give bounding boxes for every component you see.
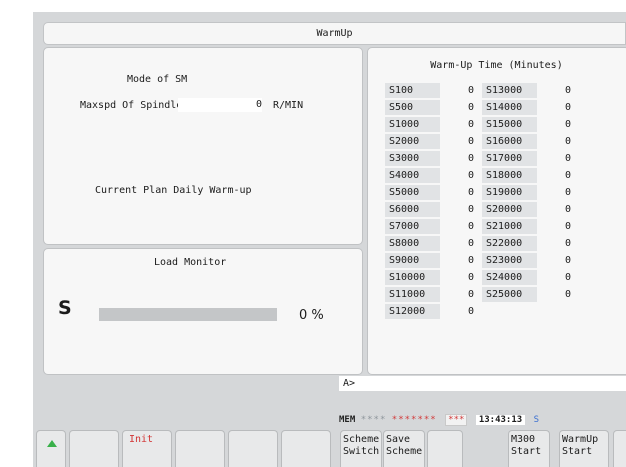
warmup-time-value[interactable]: 0 bbox=[440, 151, 480, 166]
warmup-speed-label: S1000 bbox=[385, 117, 440, 132]
warmup-time-value[interactable]: 0 bbox=[440, 287, 480, 302]
m300-start-label-1: M300 bbox=[511, 434, 536, 445]
softkey-return[interactable] bbox=[36, 430, 66, 467]
warmup-time-value[interactable]: 0 bbox=[537, 219, 577, 234]
warmup-time-value[interactable]: 0 bbox=[537, 168, 577, 183]
softkey-blank-1[interactable] bbox=[69, 430, 119, 467]
warmup-time-value[interactable]: 0 bbox=[440, 253, 480, 268]
softkey-blank-5[interactable] bbox=[427, 430, 463, 467]
warmup-start-label-1: WarmUp bbox=[562, 434, 599, 445]
warmup-start-label-2: Start bbox=[562, 446, 593, 457]
softkey-blank-2[interactable] bbox=[175, 430, 225, 467]
warmup-time-value[interactable]: 0 bbox=[440, 270, 480, 285]
warmup-screen: WarmUp Mode of SM Maxspd Of Spindle 0 R/… bbox=[33, 12, 626, 467]
warmup-speed-label: S22000 bbox=[482, 236, 537, 251]
warmup-time-value[interactable]: 0 bbox=[537, 202, 577, 217]
warmup-time-value[interactable]: 0 bbox=[537, 287, 577, 302]
status-bar: MEM **** ******* *** 13:43:13 S bbox=[339, 413, 626, 427]
warmup-speed-label: S100 bbox=[385, 83, 440, 98]
scheme-switch-label-2: Switch bbox=[343, 446, 380, 457]
load-monitor-title: Load Monitor bbox=[154, 257, 227, 268]
warmup-speed-label: S4000 bbox=[385, 168, 440, 183]
init-button[interactable]: Init bbox=[122, 430, 172, 467]
warmup-speed-label: S13000 bbox=[482, 83, 537, 98]
maxspd-label: Maxspd Of Spindle bbox=[80, 100, 183, 111]
status-indicator-1: **** bbox=[360, 415, 387, 425]
warmup-speed-label: S6000 bbox=[385, 202, 440, 217]
warmup-speed-label: S24000 bbox=[482, 270, 537, 285]
command-input[interactable]: A> bbox=[339, 376, 626, 391]
warmup-time-title: Warm-Up Time (Minutes) bbox=[430, 60, 563, 71]
m300-start-label-2: Start bbox=[511, 446, 542, 457]
softkey-next[interactable] bbox=[613, 430, 626, 467]
status-indicator-3: *** bbox=[445, 414, 468, 426]
warmup-speed-label: S7000 bbox=[385, 219, 440, 234]
m300-start-button[interactable]: M300 Start bbox=[508, 430, 550, 467]
warmup-speed-label: S5000 bbox=[385, 185, 440, 200]
maxspd-field[interactable]: 0 bbox=[178, 98, 262, 112]
window-title: WarmUp bbox=[43, 22, 626, 45]
warmup-time-value[interactable]: 0 bbox=[537, 253, 577, 268]
warmup-speed-label: S21000 bbox=[482, 219, 537, 234]
warmup-time-value[interactable]: 0 bbox=[537, 83, 577, 98]
warmup-speed-label: S11000 bbox=[385, 287, 440, 302]
maxspd-value: 0 bbox=[255, 99, 262, 110]
warmup-time-value[interactable]: 0 bbox=[440, 83, 480, 98]
status-time: 13:43:13 bbox=[475, 415, 526, 425]
warmup-speed-label: S10000 bbox=[385, 270, 440, 285]
warmup-time-value[interactable]: 0 bbox=[537, 185, 577, 200]
warmup-time-value[interactable]: 0 bbox=[440, 219, 480, 234]
scheme-switch-label-1: Scheme bbox=[343, 434, 380, 445]
warmup-speed-label: S9000 bbox=[385, 253, 440, 268]
warmup-speed-label: S23000 bbox=[482, 253, 537, 268]
warmup-speed-label: S8000 bbox=[385, 236, 440, 251]
scheme-switch-button[interactable]: Scheme Switch bbox=[340, 430, 382, 467]
warmup-time-value[interactable]: 0 bbox=[537, 100, 577, 115]
load-percent: 0 % bbox=[299, 308, 324, 323]
settings-panel bbox=[43, 47, 363, 245]
maxspd-unit: R/MIN bbox=[273, 100, 304, 111]
softkey-blank-4[interactable] bbox=[281, 430, 331, 467]
warmup-speed-label: S19000 bbox=[482, 185, 537, 200]
warmup-time-value[interactable]: 0 bbox=[440, 100, 480, 115]
save-scheme-label-1: Save bbox=[386, 434, 411, 445]
status-mode: MEM bbox=[339, 415, 356, 425]
warmup-speed-label: S20000 bbox=[482, 202, 537, 217]
warmup-time-value[interactable]: 0 bbox=[537, 134, 577, 149]
warmup-time-value[interactable]: 0 bbox=[440, 117, 480, 132]
warmup-time-value[interactable]: 0 bbox=[537, 270, 577, 285]
status-indicator-2: ******* bbox=[391, 415, 437, 425]
warmup-time-value[interactable]: 0 bbox=[440, 202, 480, 217]
command-prompt: A> bbox=[343, 378, 356, 389]
warmup-time-value[interactable]: 0 bbox=[537, 151, 577, 166]
mode-of-sm-label: Mode of SM bbox=[127, 74, 188, 85]
init-button-label: Init bbox=[129, 434, 154, 445]
status-flag: S bbox=[533, 415, 540, 425]
warmup-start-button[interactable]: WarmUp Start bbox=[559, 430, 609, 467]
load-bar bbox=[99, 308, 277, 321]
save-scheme-button[interactable]: Save Scheme bbox=[383, 430, 425, 467]
warmup-time-value[interactable]: 0 bbox=[440, 185, 480, 200]
warmup-speed-label: S25000 bbox=[482, 287, 537, 302]
warmup-time-value[interactable]: 0 bbox=[440, 134, 480, 149]
warmup-speed-label: S17000 bbox=[482, 151, 537, 166]
warmup-speed-label: S2000 bbox=[385, 134, 440, 149]
warmup-speed-label: S12000 bbox=[385, 304, 440, 319]
spindle-axis-label: S bbox=[58, 297, 72, 319]
warmup-speed-label: S16000 bbox=[482, 134, 537, 149]
softkey-blank-3[interactable] bbox=[228, 430, 278, 467]
warmup-speed-label: S14000 bbox=[482, 100, 537, 115]
warmup-speed-label: S18000 bbox=[482, 168, 537, 183]
warmup-time-value[interactable]: 0 bbox=[440, 236, 480, 251]
warmup-time-value[interactable]: 0 bbox=[440, 168, 480, 183]
warmup-time-value[interactable]: 0 bbox=[537, 236, 577, 251]
warmup-time-value[interactable]: 0 bbox=[440, 304, 480, 319]
warmup-speed-label: S500 bbox=[385, 100, 440, 115]
warmup-speed-label: S15000 bbox=[482, 117, 537, 132]
warmup-time-value[interactable]: 0 bbox=[537, 117, 577, 132]
save-scheme-label-2: Scheme bbox=[386, 446, 423, 457]
warmup-speed-label: S3000 bbox=[385, 151, 440, 166]
current-plan-label: Current Plan Daily Warm-up bbox=[95, 185, 252, 196]
up-arrow-icon bbox=[47, 440, 57, 447]
